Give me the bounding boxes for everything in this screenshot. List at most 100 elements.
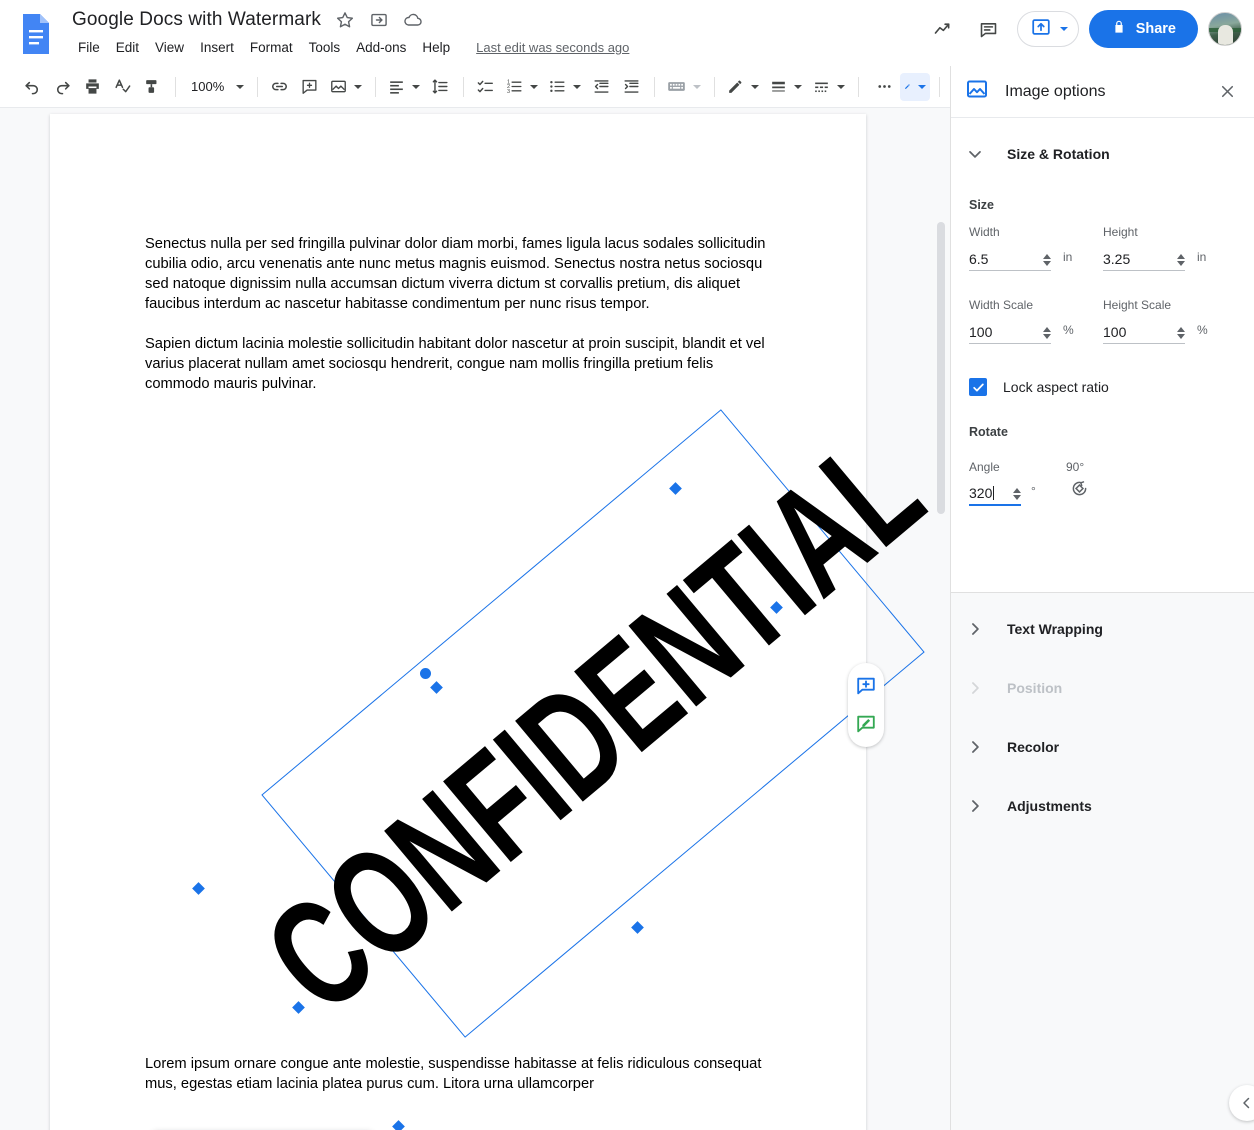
document-page[interactable]: Senectus nulla per sed fringilla pulvina… <box>50 114 866 1130</box>
resize-handle-top[interactable] <box>669 482 682 495</box>
svg-text:3: 3 <box>507 89 510 95</box>
resize-handle-bottom-left[interactable] <box>292 1001 305 1014</box>
width-scale-stepper[interactable] <box>1043 327 1051 339</box>
vertical-scrollbar[interactable] <box>936 218 946 1130</box>
lock-icon <box>1111 19 1127 39</box>
zoom-value: 100% <box>191 79 224 94</box>
size-rotation-section-header[interactable]: Size & Rotation <box>951 132 1254 176</box>
activity-trend-icon[interactable] <box>925 11 961 47</box>
height-stepper[interactable] <box>1177 254 1185 266</box>
menu-add-ons[interactable]: Add-ons <box>348 38 414 57</box>
undo-icon[interactable] <box>18 73 46 101</box>
height-scale-stepper[interactable] <box>1177 327 1185 339</box>
resize-handle-top-left[interactable] <box>430 681 443 694</box>
height-scale-label: Height Scale <box>1103 298 1171 312</box>
rotate-90-icon[interactable] <box>1064 473 1094 503</box>
bulleted-list-icon[interactable] <box>544 73 585 101</box>
spelling-check-icon[interactable] <box>108 73 136 101</box>
image-options-icon <box>965 77 989 106</box>
last-edit-status[interactable]: Last edit was seconds ago <box>476 40 629 55</box>
width-value: 6.5 <box>969 251 988 267</box>
watermark-image[interactable]: CONFIDENTIAL <box>261 409 924 1038</box>
editing-mode-pencil-icon[interactable] <box>900 73 930 101</box>
docs-logo-icon[interactable] <box>16 12 56 56</box>
numbered-list-icon[interactable]: 1 2 3 <box>501 73 542 101</box>
angle-stepper[interactable] <box>1013 488 1021 500</box>
menu-insert[interactable]: Insert <box>192 38 242 57</box>
lock-aspect-ratio-checkbox[interactable] <box>969 378 987 396</box>
page-title[interactable]: Google Docs with Watermark <box>72 9 321 31</box>
pencil-icon[interactable] <box>722 73 763 101</box>
angle-input[interactable]: 320 <box>969 478 1021 506</box>
add-comment-icon[interactable] <box>295 73 323 101</box>
text-wrapping-section-header[interactable]: Text Wrapping <box>951 607 1254 651</box>
close-icon[interactable] <box>1213 78 1241 106</box>
toolbar-divider <box>939 77 940 97</box>
resize-handle-left[interactable] <box>192 882 205 895</box>
top-bar: Google Docs with Watermark File Edit Vie… <box>0 0 1254 66</box>
rotate-group-label: Rotate <box>969 425 1008 439</box>
move-to-folder-icon[interactable] <box>369 10 389 30</box>
height-scale-unit: % <box>1197 323 1208 337</box>
insert-link-icon[interactable] <box>265 73 293 101</box>
comment-history-icon[interactable] <box>971 11 1007 47</box>
width-scale-label: Width Scale <box>969 298 1033 312</box>
rotate-handle[interactable] <box>420 668 431 679</box>
document-canvas[interactable]: Senectus nulla per sed fringilla pulvina… <box>0 108 950 1130</box>
decrease-indent-icon[interactable] <box>587 73 615 101</box>
print-icon[interactable] <box>78 73 106 101</box>
menu-format[interactable]: Format <box>242 38 301 57</box>
recolor-section-header[interactable]: Recolor <box>951 725 1254 769</box>
toolbar-divider <box>858 77 859 97</box>
insert-image-icon[interactable] <box>325 73 366 101</box>
avatar[interactable] <box>1208 12 1242 46</box>
top-bar-actions: Share <box>925 10 1242 48</box>
width-scale-input[interactable]: 100 <box>969 316 1051 344</box>
add-comment-icon[interactable] <box>853 673 879 699</box>
height-input[interactable]: 3.25 <box>1103 243 1185 271</box>
present-button[interactable] <box>1017 11 1079 47</box>
more-options-icon[interactable] <box>870 73 898 101</box>
toolbar-divider <box>257 77 258 97</box>
width-label: Width <box>969 225 1000 239</box>
panel-title: Image options <box>1005 83 1213 101</box>
share-button[interactable]: Share <box>1089 10 1198 48</box>
star-icon[interactable] <box>335 10 355 30</box>
menu-view[interactable]: View <box>147 38 192 57</box>
height-value: 3.25 <box>1103 251 1130 267</box>
text-cursor <box>993 486 994 500</box>
zoom-select[interactable]: 100% <box>183 74 248 100</box>
chevron-right-icon <box>965 678 985 698</box>
menu-tools[interactable]: Tools <box>301 38 349 57</box>
increase-indent-icon[interactable] <box>617 73 645 101</box>
menu-help[interactable]: Help <box>414 38 458 57</box>
cloud-saved-icon[interactable] <box>403 10 423 30</box>
suggest-edit-icon[interactable] <box>853 711 879 737</box>
width-stepper[interactable] <box>1043 254 1051 266</box>
adjustments-section-header[interactable]: Adjustments <box>951 784 1254 828</box>
width-input[interactable]: 6.5 <box>969 243 1051 271</box>
recolor-title: Recolor <box>1007 739 1059 755</box>
resize-handle-right[interactable] <box>770 601 783 614</box>
chevron-down-icon <box>965 144 985 164</box>
menu-file[interactable]: File <box>70 38 108 57</box>
align-icon[interactable] <box>383 73 424 101</box>
line-weight-icon[interactable] <box>765 73 806 101</box>
checklist-icon[interactable] <box>471 73 499 101</box>
scrollbar-thumb[interactable] <box>937 222 945 514</box>
redo-icon[interactable] <box>48 73 76 101</box>
resize-handle-bottom-right[interactable] <box>631 921 644 934</box>
line-spacing-icon[interactable] <box>426 73 454 101</box>
height-scale-input[interactable]: 100 <box>1103 316 1185 344</box>
bulleted-list-chevron-down-icon <box>573 85 581 89</box>
image-chevron-down-icon <box>354 85 362 89</box>
present-upload-icon <box>1030 16 1052 43</box>
zoom-chevron-down-icon <box>236 85 244 89</box>
resize-handle-bottom[interactable] <box>392 1120 405 1130</box>
size-group-label: Size <box>969 198 994 212</box>
menu-edit[interactable]: Edit <box>108 38 147 57</box>
lock-aspect-ratio-label: Lock aspect ratio <box>1003 379 1109 395</box>
paint-format-icon[interactable] <box>138 73 166 101</box>
input-tools-icon[interactable] <box>662 73 705 101</box>
line-dash-icon[interactable] <box>808 73 849 101</box>
